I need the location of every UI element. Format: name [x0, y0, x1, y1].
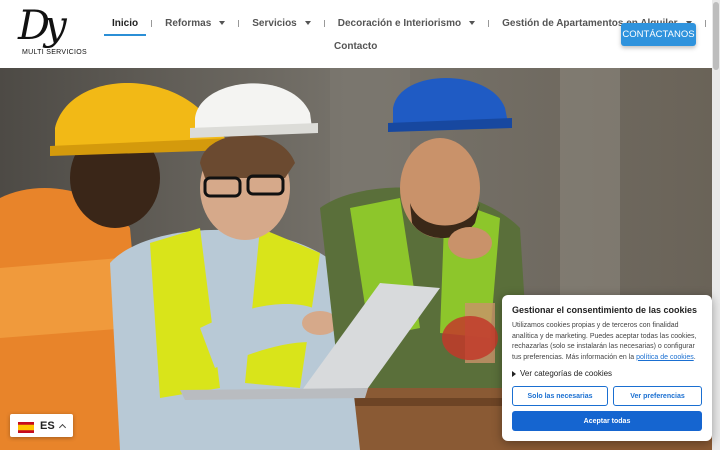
- logo-mark: Dy: [18, 3, 67, 49]
- nav-label: Reformas: [165, 17, 212, 29]
- nav-label: Servicios: [252, 17, 297, 29]
- spain-flag-icon: [18, 420, 34, 433]
- cookie-categories-label: Ver categorías de cookies: [520, 369, 613, 378]
- accept-all-button[interactable]: Aceptar todas: [512, 411, 702, 431]
- nav-label: Decoración e Interiorismo: [337, 17, 462, 29]
- caret-right-icon: [512, 370, 516, 377]
- language-code: ES: [40, 419, 55, 432]
- cookie-button-row: Solo las necesarias Ver preferencias: [512, 386, 702, 406]
- nav-item-reformas[interactable]: Reformas: [157, 12, 233, 34]
- site-header: Dy MULTI SERVICIOS Inicio Reformas Servi…: [0, 0, 712, 68]
- cookie-categories-toggle[interactable]: Ver categorías de cookies: [512, 369, 702, 378]
- only-necessary-button[interactable]: Solo las necesarias: [512, 386, 608, 406]
- nav-separator: [704, 19, 706, 27]
- nav-item-servicios[interactable]: Servicios: [244, 12, 318, 34]
- page-scrollbar[interactable]: [712, 0, 720, 450]
- nav-item-contacto[interactable]: Contacto: [326, 35, 385, 57]
- logo[interactable]: Dy MULTI SERVICIOS: [18, 4, 90, 64]
- nav-label: Inicio: [112, 17, 139, 29]
- cookie-consent-panel: Gestionar el consentimiento de las cooki…: [502, 295, 712, 441]
- cookie-description: Utilizamos cookies propias y de terceros…: [512, 321, 702, 363]
- view-preferences-button[interactable]: Ver preferencias: [613, 386, 702, 406]
- chevron-up-icon: [58, 423, 66, 431]
- nav-label: Contacto: [334, 40, 378, 52]
- cookie-body-end: .: [693, 353, 696, 361]
- nav-separator: [323, 19, 325, 27]
- chevron-down-icon: [469, 21, 476, 25]
- main-nav-row2: Contacto: [326, 36, 385, 56]
- main-nav: Inicio Reformas Servicios Decoración e I…: [104, 12, 711, 36]
- nav-item-decoracion[interactable]: Decoración e Interiorismo: [330, 12, 483, 34]
- scrollbar-thumb[interactable]: [713, 2, 719, 70]
- nav-item-inicio[interactable]: Inicio: [104, 12, 147, 36]
- nav-separator: [151, 19, 153, 27]
- cookie-policy-link[interactable]: política de cookies: [636, 354, 694, 361]
- chevron-down-icon: [219, 21, 226, 25]
- nav-separator: [488, 19, 490, 27]
- nav-separator: [238, 19, 240, 27]
- contact-button[interactable]: CONTÁCTANOS: [621, 23, 696, 46]
- chevron-down-icon: [304, 21, 311, 25]
- language-switcher[interactable]: ES: [10, 414, 73, 437]
- cookie-title: Gestionar el consentimiento de las cooki…: [512, 305, 698, 315]
- logo-text: MULTI SERVICIOS: [22, 49, 87, 56]
